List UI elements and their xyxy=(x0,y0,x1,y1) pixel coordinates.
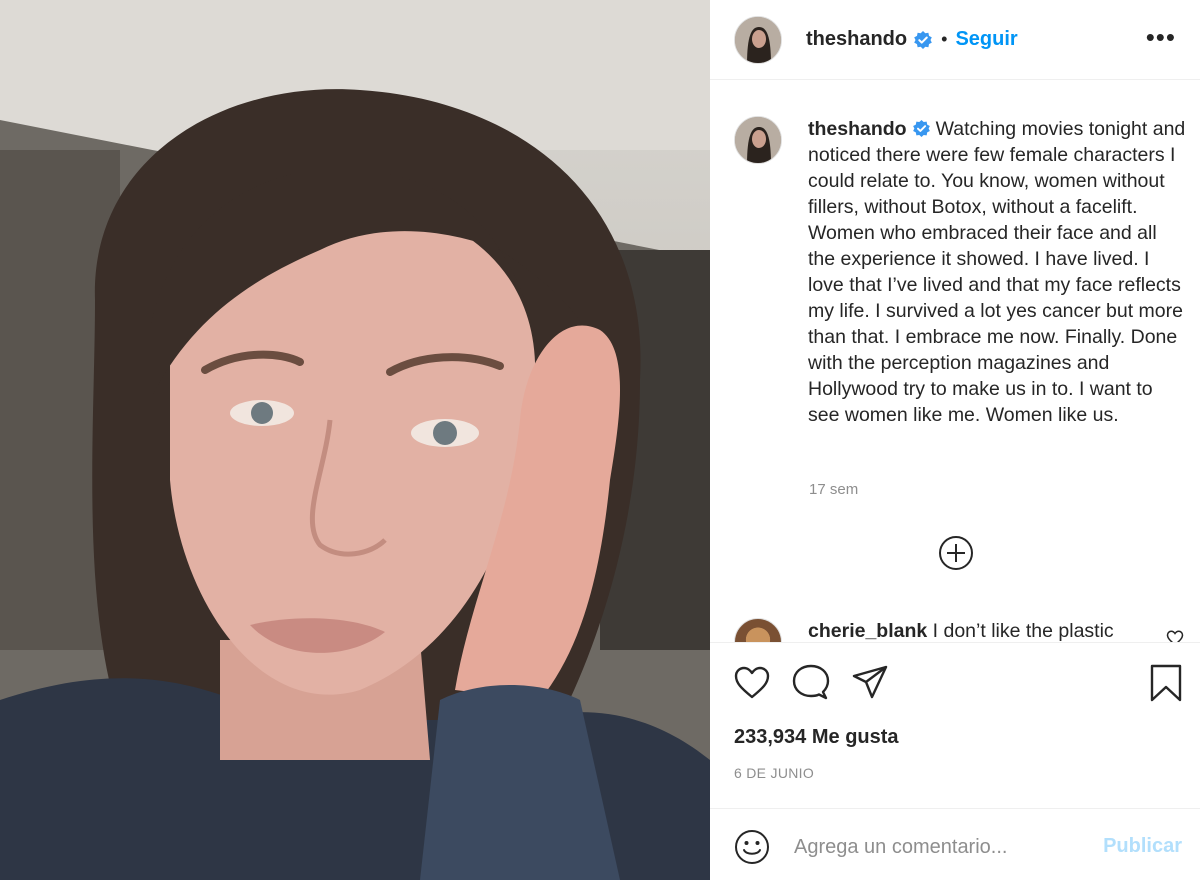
photo-illustration xyxy=(0,0,710,880)
share-icon[interactable] xyxy=(850,663,890,703)
load-more-icon[interactable] xyxy=(938,535,974,571)
post-comment-button[interactable]: Publicar xyxy=(1103,835,1182,858)
comment-text-block: cherie_blank I don’t like the plastic xyxy=(808,618,1114,642)
post-actions-bar xyxy=(710,642,1200,727)
likes-count[interactable]: 233,934 Me gusta xyxy=(734,726,899,749)
verified-badge-icon xyxy=(912,119,930,138)
header-separator: • xyxy=(941,29,948,49)
caption-block: theshando Watching movies tonight and no… xyxy=(734,116,1188,428)
comment-like-heart-icon[interactable] xyxy=(1166,629,1184,642)
commenter-username[interactable]: cherie_blank xyxy=(808,620,927,642)
post-date[interactable]: 6 DE JUNIO xyxy=(734,765,814,781)
comments-section[interactable]: theshando Watching movies tonight and no… xyxy=(710,80,1200,642)
caption-text-block: theshando Watching movies tonight and no… xyxy=(808,116,1188,428)
caption-text: Watching movies tonight and noticed ther… xyxy=(808,118,1186,426)
post-header: theshando • Seguir ••• xyxy=(710,0,1200,80)
caption-author-username[interactable]: theshando xyxy=(808,118,907,140)
bookmark-icon[interactable] xyxy=(1146,663,1186,703)
emoji-icon[interactable] xyxy=(734,829,770,865)
author-username[interactable]: theshando xyxy=(806,28,907,51)
caption-timestamp[interactable]: 17 sem xyxy=(809,481,858,498)
commenter-avatar[interactable] xyxy=(734,618,782,642)
more-options-icon[interactable]: ••• xyxy=(1146,24,1176,50)
comment-item: cherie_blank I don’t like the plastic xyxy=(734,618,1114,642)
caption-author-avatar[interactable] xyxy=(734,116,782,164)
follow-button[interactable]: Seguir xyxy=(955,28,1017,51)
add-comment-form: Publicar xyxy=(710,808,1200,880)
heart-icon[interactable] xyxy=(732,663,772,703)
author-avatar[interactable] xyxy=(734,15,782,64)
post-photo[interactable] xyxy=(0,0,710,880)
comment-icon[interactable] xyxy=(791,663,831,703)
post-side-panel: theshando • Seguir ••• theshando Watchin… xyxy=(710,0,1200,880)
comment-input[interactable] xyxy=(794,831,1084,863)
verified-badge-icon xyxy=(914,30,932,49)
comment-text: I don’t like the plastic xyxy=(932,620,1114,642)
